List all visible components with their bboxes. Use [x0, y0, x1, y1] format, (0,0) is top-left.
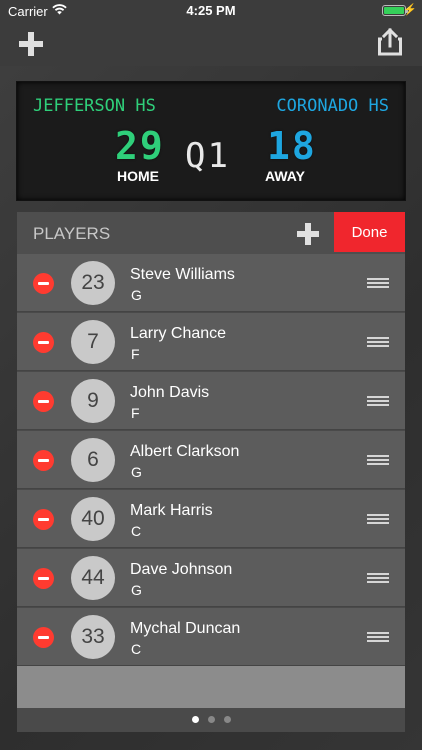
- player-number-badge: 40: [71, 497, 115, 541]
- player-position: C: [131, 523, 142, 539]
- player-position: F: [131, 405, 140, 421]
- player-row[interactable]: 7 Larry Chance F: [17, 313, 405, 371]
- away-team-name: CORONADO HS: [276, 96, 389, 116]
- player-row[interactable]: 9 John Davis F: [17, 372, 405, 430]
- players-title: PLAYERS: [33, 224, 111, 243]
- player-number-badge: 23: [71, 261, 115, 305]
- empty-row-area: [17, 666, 405, 708]
- player-row[interactable]: 40 Mark Harris C: [17, 490, 405, 548]
- minus-circle-icon[interactable]: [33, 568, 54, 589]
- player-position: G: [131, 287, 142, 303]
- home-score: 29: [115, 124, 165, 168]
- minus-circle-icon[interactable]: [33, 332, 54, 353]
- player-row[interactable]: 33 Mychal Duncan C: [17, 608, 405, 666]
- player-name: John Davis: [130, 384, 210, 401]
- player-row[interactable]: 44 Dave Johnson G: [17, 549, 405, 607]
- player-position: C: [131, 641, 142, 657]
- drag-handle-icon[interactable]: [367, 632, 389, 642]
- drag-handle-icon[interactable]: [367, 514, 389, 524]
- players-panel: PLAYERS Done 23 Steve Williams G 7 Larry Cha…: [17, 212, 405, 732]
- minus-circle-icon[interactable]: [33, 391, 54, 412]
- page-indicator[interactable]: [17, 708, 405, 732]
- player-row[interactable]: 23 Steve Williams G: [17, 254, 405, 312]
- minus-circle-icon[interactable]: [33, 509, 54, 530]
- player-name: Steve Williams: [130, 266, 235, 283]
- player-position: G: [131, 582, 142, 598]
- drag-handle-icon[interactable]: [367, 455, 389, 465]
- period-indicator: Q1: [185, 136, 230, 176]
- players-header: PLAYERS Done: [17, 212, 405, 254]
- drag-handle-icon[interactable]: [367, 337, 389, 347]
- player-name: Mychal Duncan: [130, 620, 241, 637]
- minus-circle-icon[interactable]: [33, 273, 54, 294]
- player-position: G: [131, 464, 142, 480]
- player-number-badge: 33: [71, 615, 115, 659]
- away-label: AWAY: [265, 168, 305, 184]
- minus-circle-icon[interactable]: [33, 450, 54, 471]
- player-number-badge: 44: [71, 556, 115, 600]
- plus-icon[interactable]: [19, 32, 43, 56]
- player-name: Mark Harris: [130, 502, 213, 519]
- player-row[interactable]: 6 Albert Clarkson G: [17, 431, 405, 489]
- player-name: Dave Johnson: [130, 561, 233, 578]
- home-team-name: JEFFERSON HS: [33, 96, 156, 116]
- player-name: Albert Clarkson: [130, 443, 240, 460]
- drag-handle-icon[interactable]: [367, 396, 389, 406]
- add-player-button[interactable]: [297, 223, 319, 245]
- player-name: Larry Chance: [130, 325, 227, 342]
- player-number-badge: 6: [71, 438, 115, 482]
- done-button[interactable]: Done: [334, 212, 405, 252]
- page-dot[interactable]: [192, 716, 199, 723]
- player-number-badge: 7: [71, 320, 115, 364]
- home-label: HOME: [117, 168, 159, 184]
- charging-icon: ⚡: [403, 4, 417, 16]
- drag-handle-icon[interactable]: [367, 573, 389, 583]
- drag-handle-icon[interactable]: [367, 278, 389, 288]
- scoreboard: JEFFERSON HS CORONADO HS 29 Q1 18 HOME A…: [17, 82, 405, 200]
- page-dot[interactable]: [224, 716, 231, 723]
- share-icon[interactable]: [378, 28, 402, 56]
- away-score: 18: [267, 124, 317, 168]
- clock: 4:25 PM: [186, 3, 236, 18]
- minus-circle-icon[interactable]: [33, 627, 54, 648]
- nav-bar: [0, 22, 422, 66]
- player-number-badge: 9: [71, 379, 115, 423]
- player-position: F: [131, 346, 140, 362]
- status-bar: Carrier 4:25 PM ⚡: [0, 0, 422, 22]
- page-dot[interactable]: [208, 716, 215, 723]
